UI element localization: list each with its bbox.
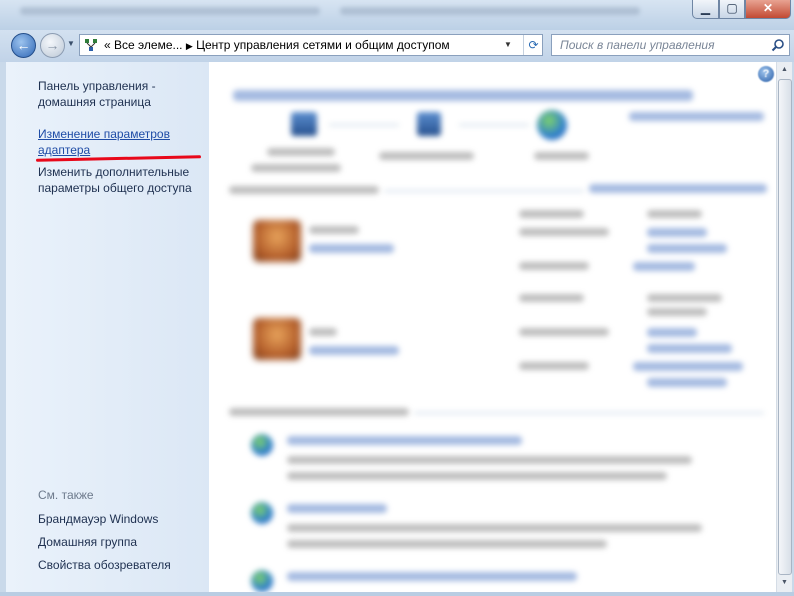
navigation-bar: ← → ▼ « Все элеме... ▶ Центр управления … bbox=[0, 30, 794, 62]
maximize-button[interactable]: ▢ bbox=[719, 0, 745, 19]
sidebar-item-label: параметры общего доступа bbox=[38, 181, 192, 195]
scroll-thumb[interactable] bbox=[778, 79, 792, 575]
sidebar-item-label: домашняя страница bbox=[38, 95, 151, 109]
house-network-icon-2 bbox=[253, 318, 301, 360]
blurred-rule bbox=[384, 190, 584, 192]
address-dropdown-icon[interactable]: ▼ bbox=[504, 40, 512, 49]
blurred-link bbox=[647, 244, 727, 253]
blurred-link bbox=[633, 262, 695, 271]
vertical-scrollbar[interactable]: ▲ ▼ bbox=[776, 62, 792, 592]
blurred-text bbox=[251, 164, 341, 172]
blurred-link bbox=[647, 344, 732, 353]
blurred-link bbox=[309, 346, 399, 355]
back-arrow-icon: ← bbox=[16, 37, 31, 53]
blurred-text bbox=[519, 362, 589, 370]
search-box[interactable]: Поиск в панели управления bbox=[551, 34, 790, 56]
blurred-text bbox=[519, 328, 609, 336]
blurred-link bbox=[287, 436, 522, 445]
recent-pages-dropdown[interactable]: ▼ bbox=[67, 39, 75, 48]
network-icon bbox=[417, 112, 441, 136]
window-bottom-frame bbox=[0, 592, 794, 596]
blurred-connector-2 bbox=[459, 124, 529, 126]
close-button[interactable]: ✕ bbox=[745, 0, 791, 19]
blurred-link bbox=[633, 362, 743, 371]
sidebar-item-control-panel-home[interactable]: Панель управления - домашняя страница bbox=[38, 78, 156, 110]
sidebar-item-label: Изменить дополнительные bbox=[38, 165, 190, 179]
blurred-text bbox=[287, 524, 702, 532]
see-also-firewall[interactable]: Брандмауэр Windows bbox=[38, 511, 158, 527]
blurred-text bbox=[309, 226, 359, 234]
blurred-text bbox=[519, 210, 584, 218]
blurred-text bbox=[647, 294, 722, 302]
globe-icon bbox=[537, 110, 567, 140]
address-bar[interactable]: « Все элеме... ▶ Центр управления сетями… bbox=[79, 34, 543, 56]
blurred-text bbox=[647, 308, 707, 316]
blurred-main-content bbox=[209, 62, 776, 592]
blurred-text bbox=[647, 210, 702, 218]
blurred-title-2 bbox=[340, 7, 640, 15]
sidebar-item-change-adapter-settings[interactable]: Изменение параметров адаптера bbox=[38, 126, 170, 158]
breadcrumb-all-items[interactable]: Все элеме... bbox=[114, 38, 182, 52]
blurred-text bbox=[267, 148, 335, 156]
help-icon[interactable]: ? bbox=[758, 66, 774, 82]
search-input[interactable]: Поиск в панели управления bbox=[560, 38, 715, 52]
blurred-text bbox=[534, 152, 589, 160]
sidebar-item-advanced-sharing[interactable]: Изменить дополнительные параметры общего… bbox=[38, 164, 192, 196]
computer-icon bbox=[291, 112, 317, 136]
refresh-button[interactable]: ⟳ bbox=[523, 35, 543, 55]
blurred-text bbox=[519, 262, 589, 270]
see-also-homegroup[interactable]: Домашняя группа bbox=[38, 534, 137, 550]
blurred-link bbox=[647, 328, 697, 337]
blurred-connector bbox=[329, 124, 399, 126]
breadcrumb-separator: ▶ bbox=[185, 41, 193, 51]
blurred-rule bbox=[414, 412, 764, 414]
breadcrumb-network-center[interactable]: Центр управления сетями и общим доступом bbox=[196, 38, 450, 52]
blurred-text bbox=[519, 294, 584, 302]
address-prefix[interactable]: « bbox=[104, 38, 111, 52]
blurred-text bbox=[379, 152, 474, 160]
sidebar-item-label: Изменение параметров bbox=[38, 127, 170, 141]
blurred-text bbox=[287, 540, 607, 548]
sidebar-item-label: Панель управления - bbox=[38, 79, 156, 93]
scroll-down-button[interactable]: ▼ bbox=[777, 575, 792, 591]
blurred-link bbox=[589, 184, 767, 193]
see-also-heading: См. также bbox=[38, 488, 94, 502]
back-button[interactable]: ← bbox=[11, 33, 36, 58]
blurred-section-title bbox=[229, 186, 379, 194]
forward-arrow-icon: → bbox=[45, 37, 60, 53]
blurred-text bbox=[287, 472, 667, 480]
blurred-link bbox=[287, 572, 577, 581]
see-also-internet-options[interactable]: Свойства обозревателя bbox=[38, 557, 171, 573]
blurred-link bbox=[309, 244, 394, 253]
globe-icon-4 bbox=[251, 570, 273, 592]
forward-button[interactable]: → bbox=[40, 33, 65, 58]
blurred-text bbox=[309, 328, 337, 336]
address-path[interactable]: « Все элеме... ▶ Центр управления сетями… bbox=[104, 38, 450, 52]
house-network-icon bbox=[253, 220, 301, 262]
title-bar: ▁ ▢ ✕ bbox=[0, 0, 794, 30]
blurred-section-title bbox=[229, 408, 409, 416]
globe-icon-3 bbox=[251, 502, 273, 524]
scroll-up-button[interactable]: ▲ bbox=[777, 62, 792, 78]
search-icon[interactable] bbox=[771, 38, 785, 52]
blurred-link bbox=[647, 228, 707, 237]
refresh-icon: ⟳ bbox=[528, 38, 539, 52]
blurred-text bbox=[519, 228, 609, 236]
minimize-button[interactable]: ▁ bbox=[692, 0, 719, 19]
blurred-heading bbox=[233, 90, 693, 101]
blurred-title bbox=[20, 7, 320, 15]
blurred-link bbox=[647, 378, 727, 387]
blurred-link bbox=[629, 112, 764, 121]
network-center-icon bbox=[85, 39, 97, 51]
globe-icon-2 bbox=[251, 434, 273, 456]
blurred-link bbox=[287, 504, 387, 513]
blurred-text bbox=[287, 456, 692, 464]
sidebar: Панель управления - домашняя страница Из… bbox=[6, 62, 209, 592]
